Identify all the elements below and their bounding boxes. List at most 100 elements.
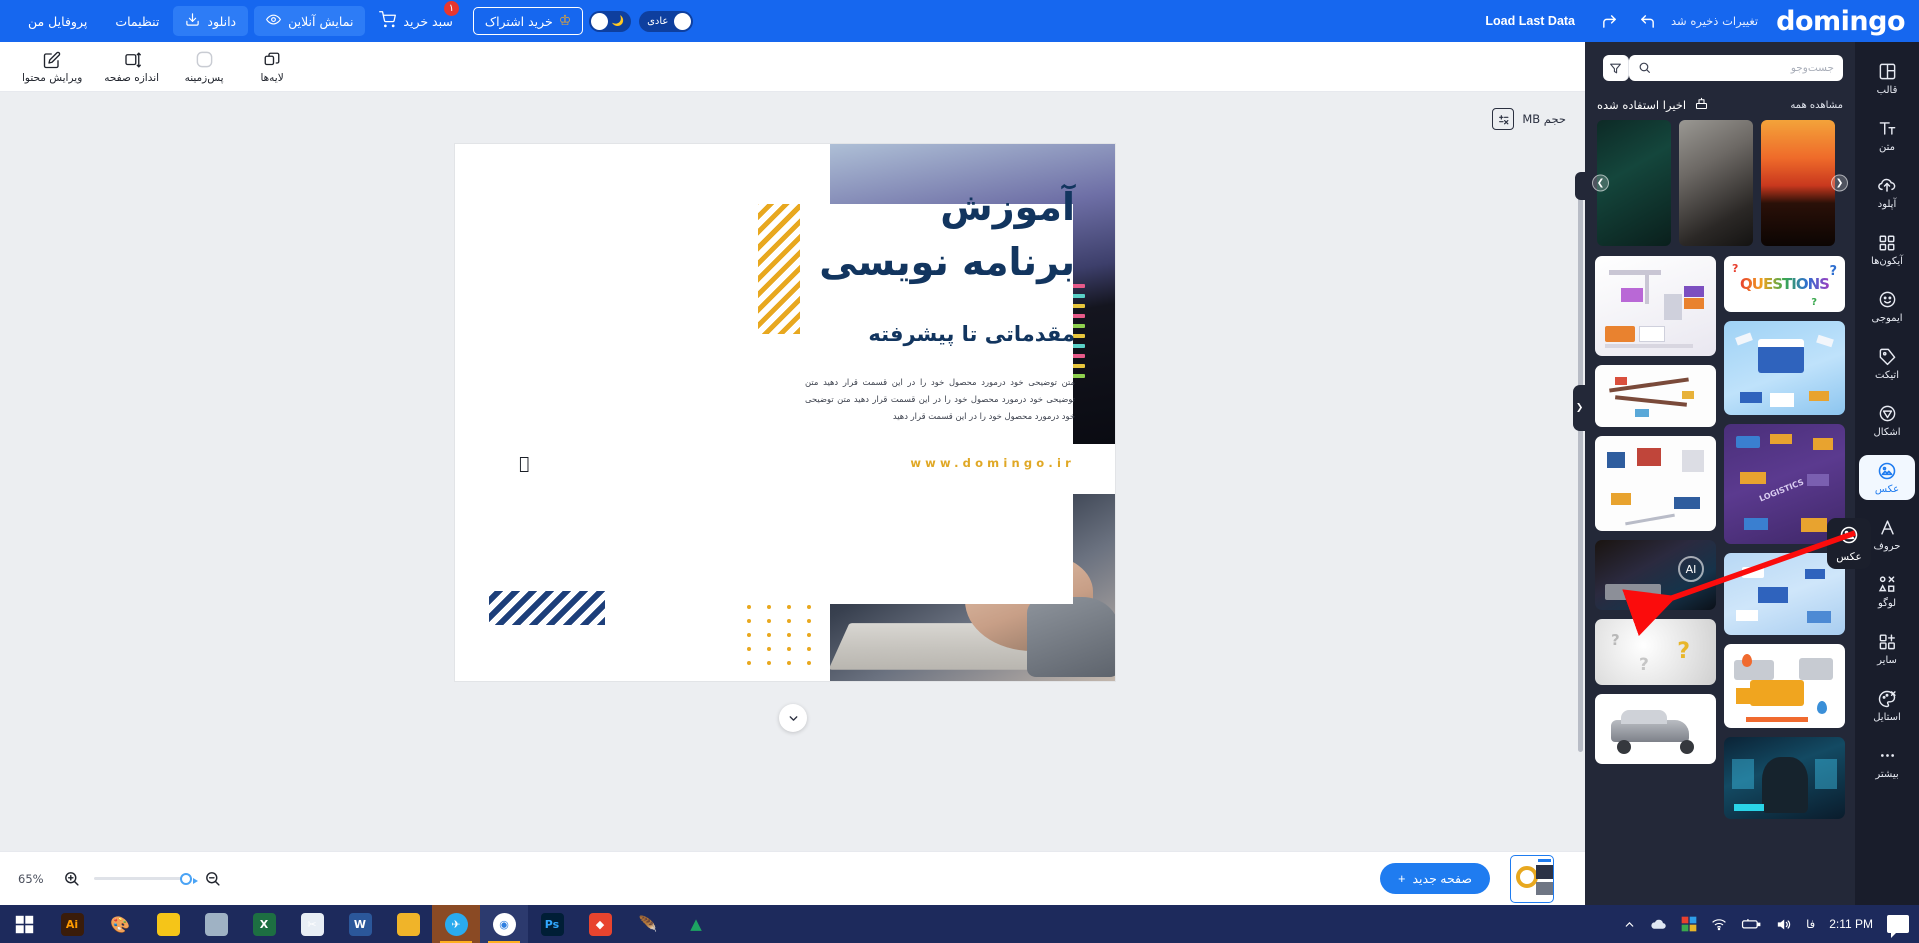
rail-item-shapes[interactable]: اشکال [1859, 398, 1915, 443]
taskbar-app-excel[interactable]: X [240, 905, 288, 943]
canvas-area[interactable]: حجم MB آموزش برنامه نویسی مقدماتی تا پیش… [0, 92, 1586, 851]
app-logo[interactable]: domingo [1776, 8, 1905, 35]
rail-item-icons[interactable]: آیکون‌ها [1859, 227, 1915, 272]
taskbar-app-google-chrome[interactable]: ◉ [480, 905, 528, 943]
poster-subtitle[interactable]: مقدماتی تا پیشرفته [805, 322, 1075, 346]
asset-tile-crashed-car[interactable] [1595, 694, 1716, 764]
layers-icon [263, 50, 281, 70]
undo-icon[interactable] [1637, 11, 1657, 31]
taskbar-app-sticky-notes[interactable] [144, 905, 192, 943]
profile-link[interactable]: پروفایل من [14, 14, 101, 29]
panel-collapse-handle-secondary[interactable] [1575, 172, 1586, 200]
taskbar-app-google-drive[interactable]: ▲ [672, 905, 720, 943]
rail-item-emoji[interactable]: ایموجی [1859, 284, 1915, 329]
rail-item-logo[interactable]: لوگو [1859, 569, 1915, 614]
taskbar-app-calculator[interactable] [192, 905, 240, 943]
rail-item-style[interactable]: استایل [1859, 683, 1915, 728]
rail-item-more[interactable]: بیشتر [1859, 740, 1915, 785]
taskbar-app-paint[interactable]: 🎨 [96, 905, 144, 943]
toolbar-item-label: پس‌زمینه [184, 71, 224, 84]
show-hidden-icons-chevron[interactable] [1623, 918, 1636, 931]
clear-brush-icon[interactable] [1694, 96, 1709, 114]
notifications-icon[interactable] [1887, 915, 1909, 938]
see-all-link[interactable]: مشاهده همه [1790, 100, 1843, 111]
toolbar-item-edit-content[interactable]: ویرایش محتوا [14, 48, 90, 86]
taskbar-app-photoshop[interactable]: Ps [528, 905, 576, 943]
toolbar-item-page-size[interactable]: اندازه صفحه [96, 48, 167, 86]
filter-icon[interactable] [1603, 55, 1629, 81]
asset-tile-hooded-hacker[interactable] [1724, 737, 1845, 819]
cart-button[interactable]: ۱ سبد خرید [379, 0, 460, 31]
rail-item-label: آیکون‌ها [1871, 256, 1903, 267]
asset-tile-question-marks-pile[interactable]: ? ? ? [1595, 619, 1716, 685]
recent-item-sunset-landscape[interactable] [1761, 120, 1835, 246]
taskbar-app-feather[interactable]: 🪶 [624, 905, 672, 943]
onedrive-icon[interactable] [1650, 916, 1667, 933]
app-colors-tray-icon[interactable] [1681, 916, 1697, 932]
asset-tile-ai-laptop-photo[interactable]: AI [1595, 540, 1716, 610]
volume-icon[interactable] [1775, 916, 1792, 933]
file-explorer-icon [396, 912, 420, 936]
rail-item-other[interactable]: سایر [1859, 626, 1915, 671]
download-button[interactable]: دانلود [173, 6, 249, 36]
file-size-chip[interactable]: حجم MB [1492, 108, 1566, 130]
asset-tile-logistics-network-isometric[interactable] [1595, 436, 1716, 531]
poster-title[interactable]: آموزش برنامه نویسی [805, 180, 1075, 290]
poster-canvas[interactable]:  آموزش برنامه نویسی مقدماتی تا پیشرفته … [455, 144, 1115, 681]
search-input[interactable] [1659, 62, 1834, 74]
taskbar-app-word[interactable]: W [336, 905, 384, 943]
asset-tile-road-logistics-isometric[interactable] [1595, 365, 1716, 427]
asset-tile-world-map-shipping-blue[interactable] [1724, 553, 1845, 635]
taskbar-app-file-explorer[interactable] [384, 905, 432, 943]
wifi-icon[interactable] [1711, 916, 1727, 932]
recent-items-row [1591, 120, 1849, 246]
rail-item-template[interactable]: قالب [1859, 56, 1915, 101]
grid-icon [1878, 232, 1896, 253]
rail-item-upload[interactable]: آپلود [1859, 170, 1915, 215]
mode-toggle[interactable]: عادی [639, 10, 694, 32]
recent-next-arrow[interactable]: ❯ [1592, 174, 1609, 192]
search-box[interactable] [1629, 55, 1843, 81]
asset-tile-orange-delivery-truck-map[interactable] [1724, 644, 1845, 728]
recent-item-mother-and-baby[interactable] [1679, 120, 1753, 246]
load-last-data-button[interactable]: Load Last Data [1485, 14, 1575, 28]
rail-item-image[interactable]: عکس [1859, 455, 1915, 500]
canvas-vertical-scrollbar[interactable] [1578, 192, 1583, 752]
taskbar-app-vscode-insiders[interactable]: ◆ [576, 905, 624, 943]
poster-url-text[interactable]: www.domingo.ir [910, 456, 1075, 470]
poster-body-text[interactable]: متن توضیحی خود درمورد محصول خود را در ای… [805, 374, 1075, 426]
zoom-slider-handle[interactable] [180, 872, 198, 885]
zoom-out-icon[interactable] [201, 868, 223, 890]
asset-tile-questions-typography[interactable]: QUESTIONS ? ? ? [1724, 256, 1845, 312]
theme-toggle[interactable]: 🌙 [589, 10, 632, 32]
redo-icon[interactable] [1599, 11, 1619, 31]
toolbar-item-background[interactable]: پس‌زمینه [173, 48, 235, 86]
taskbar-app-adobe-illustrator[interactable]: Ai [48, 905, 96, 943]
cart-label: سبد خرید [403, 13, 453, 29]
battery-icon[interactable] [1741, 916, 1761, 932]
taskbar-app-snipping-tool[interactable]: ✂ [288, 905, 336, 943]
clock[interactable]: 2:11 PM [1829, 917, 1873, 931]
settings-link[interactable]: تنظیمات [101, 14, 173, 29]
start-button[interactable] [0, 915, 48, 934]
rail-item-tag[interactable]: اتیکت [1859, 341, 1915, 386]
asset-tile-warehouse-isometric-blue[interactable] [1724, 321, 1845, 415]
logo-icon [1877, 574, 1898, 595]
panel-collapse-handle[interactable]: ❮ [1573, 385, 1586, 431]
zoom-in-icon[interactable] [60, 868, 82, 890]
language-indicator[interactable]: فا [1806, 917, 1815, 931]
mode-toggle-knob [674, 12, 692, 30]
subscribe-button[interactable]: ♔ خرید اشتراک [472, 7, 584, 35]
zoom-slider[interactable] [94, 872, 198, 885]
recent-items-strip[interactable]: ❮ ❯ [1591, 120, 1849, 246]
page-thumbnail[interactable] [1510, 854, 1554, 903]
online-preview-button[interactable]: نمایش آنلاین [254, 6, 366, 36]
rail-item-text[interactable]: متن [1859, 113, 1915, 158]
scroll-down-button[interactable] [779, 704, 807, 732]
new-page-button[interactable]: صفحه جدید + [1380, 863, 1490, 894]
excel-icon: X [252, 912, 276, 936]
recent-prev-arrow[interactable]: ❮ [1831, 174, 1848, 192]
toolbar-item-layers[interactable]: لایه‌ها [241, 48, 303, 86]
asset-tile-shipping-containers-crane[interactable] [1595, 256, 1716, 356]
taskbar-app-telegram[interactable]: ✈ [432, 905, 480, 943]
